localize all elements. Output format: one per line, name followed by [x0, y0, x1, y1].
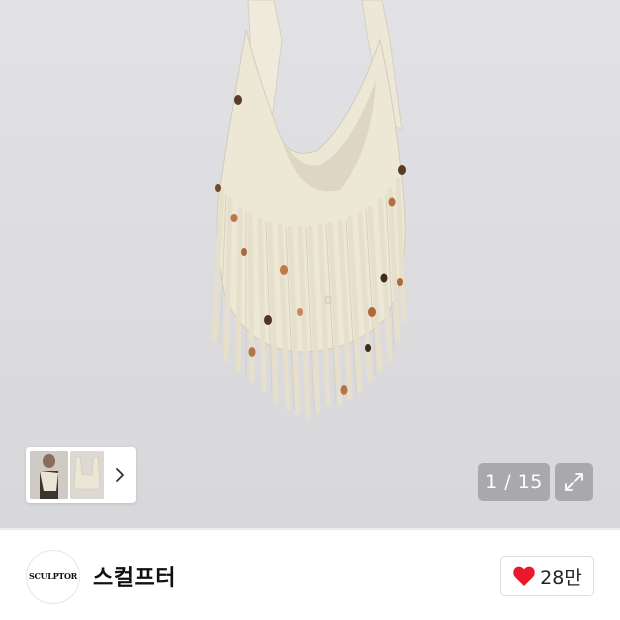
image-counter: 1 / 15	[478, 463, 550, 501]
thumbnail-strip[interactable]	[26, 447, 136, 503]
thumbnail-product[interactable]	[70, 451, 104, 499]
shop-logo[interactable]: SCULPTOR	[26, 550, 80, 604]
chevron-right-icon	[116, 468, 124, 482]
expand-button[interactable]	[555, 463, 593, 501]
like-button[interactable]: 28만	[500, 556, 594, 596]
thumbnail-product-image	[70, 451, 104, 499]
like-count: 28만	[540, 566, 582, 589]
thumbnail-model-image	[30, 451, 68, 499]
image-counter-current: 1	[485, 471, 498, 493]
image-counter-separator: /	[497, 471, 518, 493]
expand-icon	[565, 473, 583, 491]
thumbnail-next-button[interactable]	[110, 463, 130, 487]
product-image-gallery[interactable]: 1 / 15	[0, 0, 620, 528]
shop-name[interactable]: 스컬프터	[93, 560, 176, 592]
image-counter-total: 15	[517, 471, 543, 493]
shop-info-row: SCULPTOR 스컬프터 28만	[0, 530, 620, 620]
shop-logo-text: SCULPTOR	[29, 571, 77, 581]
heart-icon	[513, 566, 535, 586]
thumbnail-model[interactable]	[30, 451, 68, 499]
